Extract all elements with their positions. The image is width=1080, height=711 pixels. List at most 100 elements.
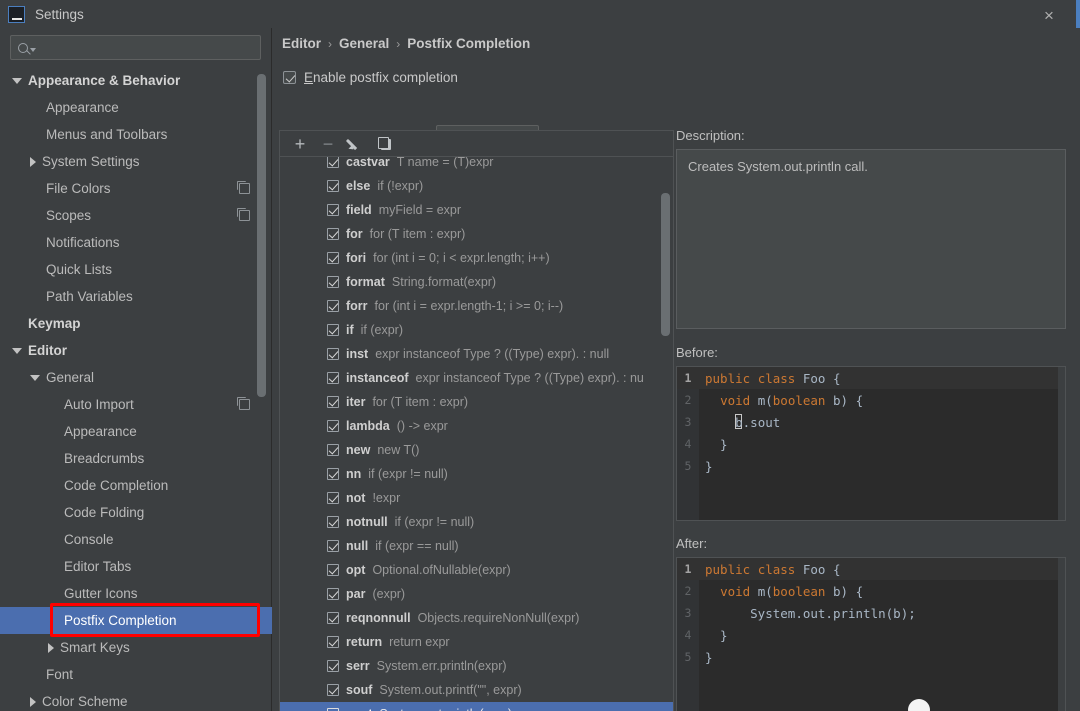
template-row[interactable]: serr System.err.println(expr) — [280, 654, 673, 678]
sidebar-item-smart-keys[interactable]: Smart Keys — [0, 634, 272, 661]
template-row[interactable]: else if (!expr) — [280, 174, 673, 198]
line-number: 2 — [684, 393, 692, 407]
breadcrumb-part-1[interactable]: General — [339, 36, 389, 51]
sidebar-scrollbar[interactable] — [257, 74, 266, 397]
template-row[interactable]: reqnonnull Objects.requireNonNull(expr) — [280, 606, 673, 630]
postfix-templates-list[interactable]: castvar T name = (T)expr else if (!expr) fie… — [279, 156, 674, 711]
edit-template-button[interactable] — [343, 133, 369, 155]
template-row[interactable]: for for (T item : expr) — [280, 222, 673, 246]
code-text: public class Foo { — [705, 561, 841, 577]
template-row[interactable]: iter for (T item : expr) — [280, 390, 673, 414]
template-enabled-checkbox[interactable] — [327, 516, 339, 528]
intellij-logo-icon — [8, 5, 25, 23]
template-enabled-checkbox[interactable] — [327, 588, 339, 600]
sidebar-item-keymap[interactable]: Keymap — [0, 310, 272, 337]
template-row[interactable]: notnull if (expr != null) — [280, 510, 673, 534]
template-enabled-checkbox[interactable] — [327, 468, 339, 480]
template-row[interactable]: not !expr — [280, 486, 673, 510]
template-enabled-checkbox[interactable] — [327, 660, 339, 672]
sidebar-item-breadcrumbs[interactable]: Breadcrumbs — [0, 445, 272, 472]
chevron-right-icon[interactable] — [48, 642, 54, 653]
chevron-right-icon[interactable] — [30, 696, 36, 707]
template-enabled-checkbox[interactable] — [327, 300, 339, 312]
template-enabled-checkbox[interactable] — [327, 396, 339, 408]
template-row[interactable]: return return expr — [280, 630, 673, 654]
template-enabled-checkbox[interactable] — [327, 612, 339, 624]
enable-postfix-completion-checkbox[interactable] — [283, 71, 296, 84]
template-row[interactable]: new new T() — [280, 438, 673, 462]
template-row[interactable]: nn if (expr != null) — [280, 462, 673, 486]
sidebar-item-color-scheme[interactable]: Color Scheme — [0, 688, 272, 711]
template-row[interactable]: format String.format(expr) — [280, 270, 673, 294]
sidebar-item-menus-and-toolbars[interactable]: Menus and Toolbars — [0, 121, 272, 148]
template-enabled-checkbox[interactable] — [327, 684, 339, 696]
template-row[interactable]: castvar T name = (T)expr — [280, 157, 673, 174]
sidebar-item-code-completion[interactable]: Code Completion — [0, 472, 272, 499]
sidebar-item-file-colors[interactable]: File Colors — [0, 175, 272, 202]
remove-template-button[interactable]: − — [315, 133, 341, 155]
chevron-down-icon[interactable] — [12, 77, 22, 84]
add-template-button[interactable]: + — [287, 133, 313, 155]
template-enabled-checkbox[interactable] — [327, 492, 339, 504]
template-key: sout — [346, 707, 372, 711]
template-enabled-checkbox[interactable] — [327, 252, 339, 264]
sidebar-item-system-settings[interactable]: System Settings — [0, 148, 272, 175]
template-enabled-checkbox[interactable] — [327, 276, 339, 288]
template-enabled-checkbox[interactable] — [327, 157, 339, 168]
template-enabled-checkbox[interactable] — [327, 420, 339, 432]
sidebar-item-scopes[interactable]: Scopes — [0, 202, 272, 229]
template-row[interactable]: par (expr) — [280, 582, 673, 606]
sidebar-item-path-variables[interactable]: Path Variables — [0, 283, 272, 310]
close-icon[interactable]: × — [1036, 4, 1062, 26]
templates-list-scrollbar[interactable] — [661, 193, 670, 336]
code-line: 5} — [677, 455, 1065, 477]
template-enabled-checkbox[interactable] — [327, 444, 339, 456]
description-label: Description: — [676, 128, 745, 143]
template-row[interactable]: null if (expr == null) — [280, 534, 673, 558]
template-enabled-checkbox[interactable] — [327, 348, 339, 360]
template-enabled-checkbox[interactable] — [327, 540, 339, 552]
sidebar-item-quick-lists[interactable]: Quick Lists — [0, 256, 272, 283]
template-row[interactable]: lambda () -> expr — [280, 414, 673, 438]
template-enabled-checkbox[interactable] — [327, 324, 339, 336]
sidebar-item-appearance[interactable]: Appearance — [0, 94, 272, 121]
template-enabled-checkbox[interactable] — [327, 228, 339, 240]
sidebar-item-appearance[interactable]: Appearance — [0, 418, 272, 445]
breadcrumb-part-0[interactable]: Editor — [282, 36, 321, 51]
sidebar-item-postfix-completion[interactable]: Postfix Completion — [0, 607, 272, 634]
template-row[interactable]: souf System.out.printf("", expr) — [280, 678, 673, 702]
chevron-right-icon[interactable] — [30, 156, 36, 167]
sidebar-item-editor[interactable]: Editor — [0, 337, 272, 364]
template-row[interactable]: inst expr instanceof Type ? ((Type) expr)… — [280, 342, 673, 366]
sidebar-item-general[interactable]: General — [0, 364, 272, 391]
sidebar-item-gutter-icons[interactable]: Gutter Icons — [0, 580, 272, 607]
sidebar-item-appearance-behavior[interactable]: Appearance & Behavior — [0, 67, 272, 94]
chevron-down-icon[interactable] — [12, 347, 22, 354]
search-input[interactable] — [41, 40, 241, 55]
template-row[interactable]: field myField = expr — [280, 198, 673, 222]
sidebar-item-font[interactable]: Font — [0, 661, 272, 688]
sidebar-item-console[interactable]: Console — [0, 526, 272, 553]
template-expansion: if (expr) — [360, 323, 404, 337]
copy-template-button[interactable] — [371, 133, 397, 155]
copy-settings-icon — [237, 181, 250, 194]
template-row[interactable]: fori for (int i = 0; i < expr.length; i++… — [280, 246, 673, 270]
template-row[interactable]: instanceof expr instanceof Type ? ((Type)… — [280, 366, 673, 390]
template-enabled-checkbox[interactable] — [327, 564, 339, 576]
template-enabled-checkbox[interactable] — [327, 204, 339, 216]
template-enabled-checkbox[interactable] — [327, 372, 339, 384]
template-row[interactable]: forr for (int i = expr.length-1; i >= 0; … — [280, 294, 673, 318]
sidebar-item-auto-import[interactable]: Auto Import — [0, 391, 272, 418]
code-line: 2 void m(boolean b) { — [677, 389, 1065, 411]
template-row[interactable]: if if (expr) — [280, 318, 673, 342]
enable-postfix-completion-row[interactable]: Enable postfix completion — [283, 70, 458, 85]
template-enabled-checkbox[interactable] — [327, 636, 339, 648]
sidebar-item-notifications[interactable]: Notifications — [0, 229, 272, 256]
search-box[interactable] — [10, 35, 261, 60]
sidebar-item-editor-tabs[interactable]: Editor Tabs — [0, 553, 272, 580]
template-row[interactable]: sout System.out.println(expr) — [280, 702, 673, 711]
template-row[interactable]: opt Optional.ofNullable(expr) — [280, 558, 673, 582]
sidebar-item-code-folding[interactable]: Code Folding — [0, 499, 272, 526]
chevron-down-icon[interactable] — [30, 374, 40, 381]
template-enabled-checkbox[interactable] — [327, 180, 339, 192]
